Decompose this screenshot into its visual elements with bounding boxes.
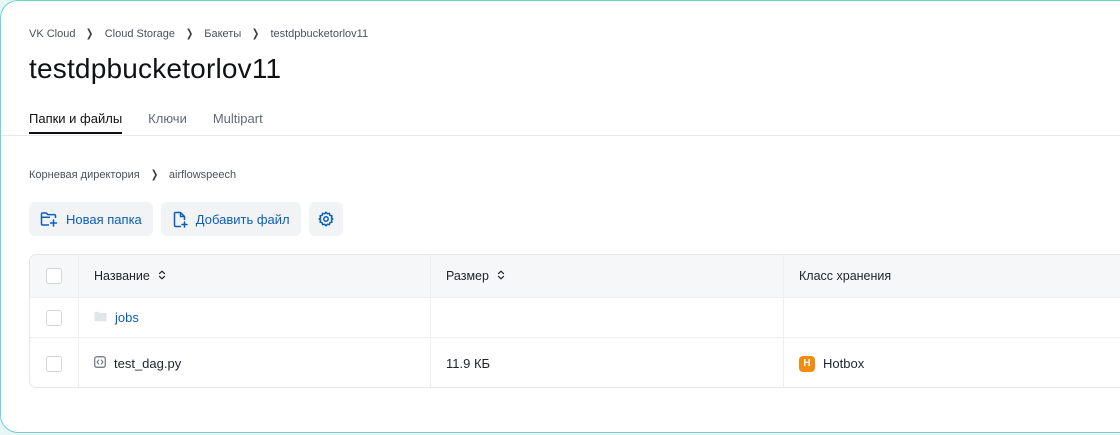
file-name[interactable]: test_dag.py	[114, 356, 181, 371]
files-table: Название Размер Класс хранения jobs test…	[29, 254, 1120, 388]
column-header-storage-class-label: Класс хранения	[799, 269, 892, 283]
page-title: testdpbucketorlov11	[29, 53, 282, 84]
breadcrumb-vk-cloud[interactable]: VK Cloud	[29, 28, 75, 40]
row-storage-class: Hotbox	[823, 356, 865, 371]
hotbox-badge-icon: H	[799, 355, 815, 372]
breadcrumb-buckets[interactable]: Бакеты	[204, 28, 241, 40]
add-file-label: Добавить файл	[195, 211, 290, 227]
breadcrumb: VK Cloud ❯ Cloud Storage ❯ Бакеты ❯ test…	[29, 27, 369, 41]
sort-icon[interactable]	[158, 269, 166, 283]
sort-icon[interactable]	[497, 269, 505, 283]
folder-name-link[interactable]: jobs	[115, 310, 139, 325]
new-folder-label: Новая папка	[66, 211, 142, 227]
table-header: Название Размер Класс хранения	[30, 255, 1120, 297]
tab-folders-and-files[interactable]: Папки и файлы	[29, 111, 123, 134]
row-storage-class	[784, 298, 1120, 337]
toolbar: Новая папка Добавить файл	[29, 202, 343, 236]
folder-icon	[94, 310, 107, 325]
row-size	[431, 298, 784, 337]
directory-path: Корневая директория ❯ airflowspeech	[29, 168, 237, 182]
tab-keys[interactable]: Ключи	[148, 111, 187, 134]
chevron-right-icon: ❯	[185, 28, 194, 40]
main-panel: VK Cloud ❯ Cloud Storage ❯ Бакеты ❯ test…	[0, 0, 1120, 433]
file-plus-icon	[172, 211, 188, 228]
row-checkbox[interactable]	[46, 309, 62, 326]
tab-bar: Папки и файлы Ключи Multipart	[29, 111, 263, 134]
settings-button[interactable]	[308, 202, 343, 236]
chevron-right-icon: ❯	[252, 28, 260, 40]
chevron-right-icon: ❯	[86, 28, 94, 40]
select-all-checkbox[interactable]	[46, 268, 62, 284]
column-header-size-label: Размер	[446, 269, 489, 283]
breadcrumb-current-bucket: testdpbucketorlov11	[270, 27, 369, 40]
row-size: 11.9 КБ	[431, 338, 784, 387]
table-row[interactable]: test_dag.py 11.9 КБ H Hotbox	[30, 337, 1120, 387]
column-header-size[interactable]: Размер	[431, 255, 784, 297]
path-current-folder: airflowspeech	[168, 168, 237, 181]
column-header-name-label: Название	[94, 269, 150, 283]
chevron-right-icon: ❯	[150, 169, 158, 181]
add-file-button[interactable]: Добавить файл	[160, 202, 301, 236]
gear-icon	[318, 211, 334, 227]
folder-plus-icon	[40, 211, 58, 227]
path-root-directory[interactable]: Корневая директория	[29, 169, 140, 181]
breadcrumb-cloud-storage[interactable]: Cloud Storage	[105, 28, 175, 40]
tabs-divider	[1, 135, 1120, 136]
row-checkbox[interactable]	[46, 355, 62, 372]
column-header-storage-class: Класс хранения	[784, 255, 1120, 297]
column-header-name[interactable]: Название	[79, 255, 431, 297]
code-file-icon	[94, 356, 106, 371]
new-folder-button[interactable]: Новая папка	[29, 202, 153, 236]
table-row[interactable]: jobs	[30, 297, 1120, 337]
tab-multipart[interactable]: Multipart	[213, 111, 263, 134]
